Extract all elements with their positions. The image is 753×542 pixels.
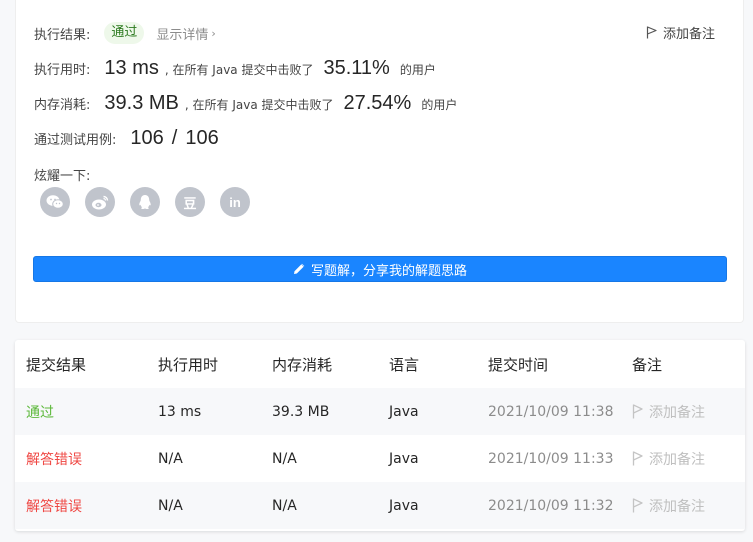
col-result-header: 提交结果 bbox=[26, 355, 87, 374]
douban-icon[interactable]: 豆 bbox=[175, 187, 205, 217]
chevron-right-icon: › bbox=[211, 26, 216, 40]
douban-glyph: 豆 bbox=[183, 195, 197, 211]
submission-detail-card: 执行结果: 通过 显示详情 › 添加备注 执行用时: 13 ms , 在所有 J… bbox=[15, 0, 744, 323]
table-row[interactable]: 通过 13 ms 39.3 MB Java 2021/10/09 11:38 添… bbox=[15, 388, 745, 435]
row-note-label: 添加备注 bbox=[649, 498, 705, 515]
write-solution-label: 写题解，分享我的解题思路 bbox=[310, 263, 467, 279]
table-row[interactable]: 解答错误 N/A N/A Java 2021/10/09 11:32 添加备注 bbox=[15, 482, 745, 529]
pencil-icon bbox=[293, 263, 305, 274]
flag-icon bbox=[632, 451, 643, 466]
write-solution-button[interactable]: 写题解，分享我的解题思路 bbox=[33, 256, 727, 282]
runtime-label: 执行用时: bbox=[34, 63, 91, 78]
share-label: 炫耀一下: bbox=[34, 169, 91, 184]
row-memory: N/A bbox=[272, 497, 297, 514]
table-row[interactable]: 解答错误 N/A N/A Java 2021/10/09 11:33 添加备注 bbox=[15, 435, 745, 482]
show-details-label: 显示详情 bbox=[156, 27, 209, 43]
col-memory-header: 内存消耗 bbox=[272, 355, 333, 374]
col-language-header: 语言 bbox=[389, 355, 420, 374]
row-note-label: 添加备注 bbox=[649, 404, 705, 421]
runtime-row: 执行用时: 13 ms , 在所有 Java 提交中击败了 35.11% 的用户 bbox=[34, 57, 436, 80]
flag-icon bbox=[646, 26, 657, 39]
memory-suffix: 的用户 bbox=[421, 98, 458, 112]
result-row: 执行结果: 通过 显示详情 › bbox=[34, 22, 216, 44]
qq-icon[interactable] bbox=[130, 187, 160, 217]
row-language: Java bbox=[389, 497, 419, 514]
runtime-percent: 35.11% bbox=[323, 57, 390, 79]
memory-row: 内存消耗: 39.3 MB , 在所有 Java 提交中击败了 27.54% 的… bbox=[34, 92, 457, 115]
tests-row: 通过测试用例: 106 / 106 bbox=[34, 127, 219, 150]
flag-icon bbox=[632, 498, 643, 513]
submission-history-table: 提交结果 执行用时 内存消耗 语言 提交时间 备注 通过 13 ms 39.3 … bbox=[15, 340, 745, 531]
row-language: Java bbox=[389, 403, 419, 420]
memory-percent: 27.54% bbox=[343, 92, 412, 114]
row-add-note-button[interactable]: 添加备注 bbox=[632, 402, 705, 422]
status-badge: 通过 bbox=[104, 22, 145, 44]
linkedin-glyph: in bbox=[229, 194, 241, 210]
row-result[interactable]: 解答错误 bbox=[26, 496, 82, 516]
weibo-icon[interactable] bbox=[85, 187, 115, 217]
wechat-icon[interactable] bbox=[40, 187, 70, 217]
row-add-note-button[interactable]: 添加备注 bbox=[632, 449, 705, 469]
row-result[interactable]: 解答错误 bbox=[26, 449, 82, 469]
show-details-link[interactable]: 显示详情 › bbox=[156, 24, 215, 43]
row-runtime: N/A bbox=[158, 497, 183, 514]
row-time: 2021/10/09 11:32 bbox=[488, 497, 614, 514]
table-header: 提交结果 执行用时 内存消耗 语言 提交时间 备注 bbox=[15, 340, 745, 388]
row-memory: 39.3 MB bbox=[272, 403, 330, 420]
row-runtime: N/A bbox=[158, 450, 183, 467]
flag-icon bbox=[632, 404, 643, 419]
col-time-header: 提交时间 bbox=[488, 355, 549, 374]
result-label: 执行结果: bbox=[34, 27, 91, 43]
row-add-note-button[interactable]: 添加备注 bbox=[632, 496, 705, 516]
runtime-value: 13 ms bbox=[104, 57, 159, 79]
col-note-header: 备注 bbox=[632, 355, 663, 374]
share-icons: 豆 in bbox=[40, 187, 250, 217]
memory-prefix: , 在所有 Java 提交中击败了 bbox=[184, 98, 334, 112]
add-note-label: 添加备注 bbox=[662, 27, 715, 42]
row-time: 2021/10/09 11:33 bbox=[488, 450, 614, 467]
tests-separator: / bbox=[171, 127, 178, 149]
row-note-label: 添加备注 bbox=[649, 451, 705, 468]
row-language: Java bbox=[389, 450, 419, 467]
tests-total: 106 bbox=[185, 127, 219, 149]
tests-passed: 106 bbox=[130, 127, 164, 149]
row-time: 2021/10/09 11:38 bbox=[488, 403, 614, 420]
row-runtime: 13 ms bbox=[158, 403, 202, 420]
col-runtime-header: 执行用时 bbox=[158, 355, 219, 374]
row-memory: N/A bbox=[272, 450, 297, 467]
share-row: 炫耀一下: bbox=[34, 165, 90, 184]
row-result[interactable]: 通过 bbox=[26, 402, 54, 422]
linkedin-icon[interactable]: in bbox=[220, 187, 250, 217]
tests-label: 通过测试用例: bbox=[34, 133, 117, 148]
memory-value: 39.3 MB bbox=[104, 92, 179, 114]
memory-label: 内存消耗: bbox=[34, 98, 91, 113]
runtime-suffix: 的用户 bbox=[399, 63, 436, 77]
runtime-prefix: , 在所有 Java 提交中击败了 bbox=[164, 63, 314, 77]
add-note-button[interactable]: 添加备注 bbox=[646, 23, 715, 42]
